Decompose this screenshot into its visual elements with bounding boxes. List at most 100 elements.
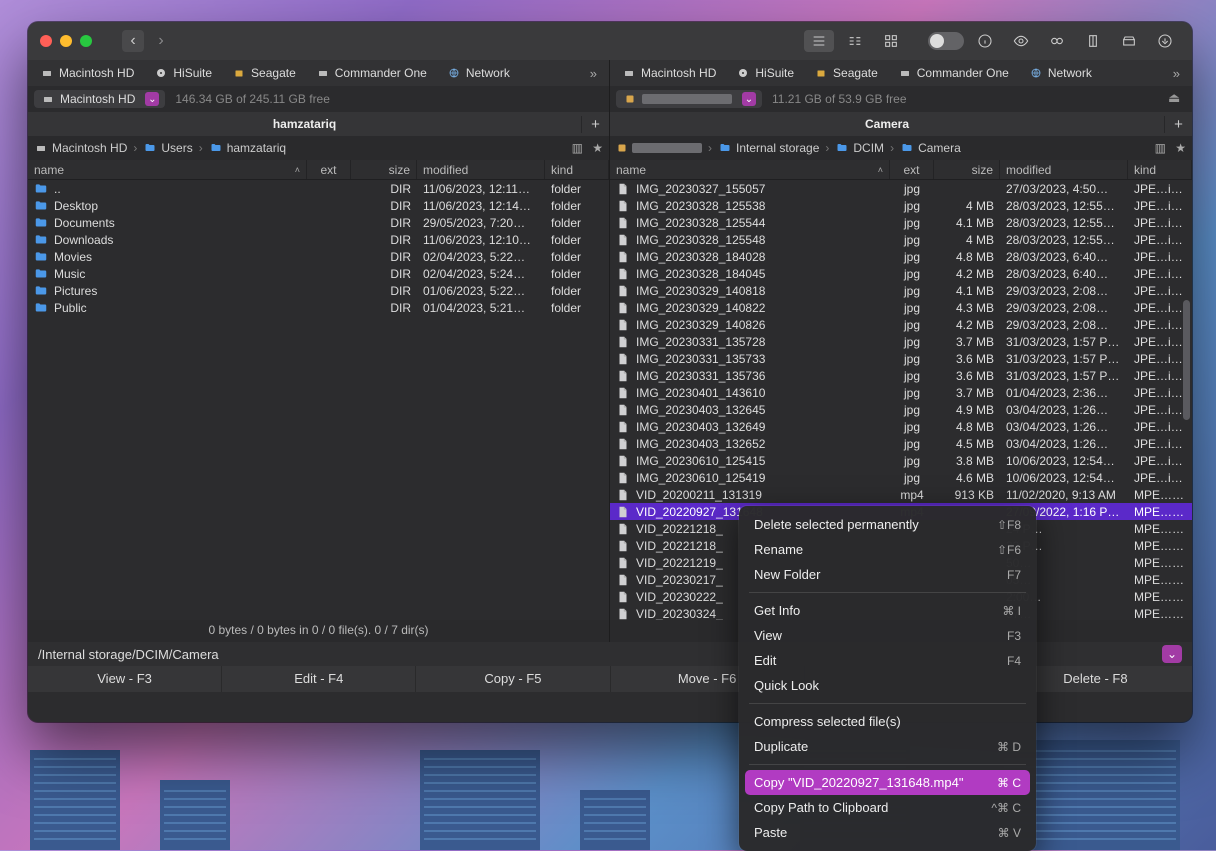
menu-item-rename[interactable]: Rename⇧F6	[745, 537, 1030, 562]
file-row[interactable]: IMG_20230331_135728jpg3.7 MB31/03/2023, …	[610, 333, 1192, 350]
file-row[interactable]: IMG_20230403_132652jpg4.5 MB03/04/2023, …	[610, 435, 1192, 452]
menu-item-view[interactable]: ViewF3	[745, 623, 1030, 648]
nav-back-button[interactable]: ‹	[122, 30, 144, 52]
file-row[interactable]: IMG_20230328_125544jpg4.1 MB28/03/2023, …	[610, 214, 1192, 231]
file-row[interactable]: VID_20200211_131319mp4913 KB11/02/2020, …	[610, 486, 1192, 503]
close-traffic-light[interactable]	[40, 35, 52, 47]
menu-item-copy-vid-20220927-131648-mp4-[interactable]: Copy "VID_20220927_131648.mp4"⌘ C	[745, 770, 1030, 795]
left-tab-add[interactable]: +	[581, 116, 609, 133]
left-file-list[interactable]: ..DIR11/06/2023, 12:11…folderDesktopDIR1…	[28, 180, 609, 620]
nav-forward-button[interactable]: ›	[150, 30, 172, 52]
col-kind[interactable]: kind	[545, 160, 609, 179]
menu-item-paste[interactable]: Paste⌘ V	[745, 820, 1030, 845]
f3-view-button[interactable]: View - F3	[28, 666, 222, 692]
file-row[interactable]: IMG_20230329_140826jpg4.2 MB29/03/2023, …	[610, 316, 1192, 333]
fav-network[interactable]: Network	[1021, 63, 1100, 83]
crumb-segment[interactable]: hamzatariq	[209, 141, 286, 155]
file-row[interactable]: IMG_20230328_184028jpg4.8 MB28/03/2023, …	[610, 248, 1192, 265]
menu-item-get-info[interactable]: Get Info⌘ I	[745, 598, 1030, 623]
file-row[interactable]: IMG_20230328_184045jpg4.2 MB28/03/2023, …	[610, 265, 1192, 282]
workspace-picker[interactable]: ▥	[1151, 141, 1169, 155]
favorite-star-icon[interactable]: ★	[592, 141, 603, 155]
fav-overflow[interactable]: »	[1165, 66, 1188, 81]
view-list-button[interactable]	[804, 30, 834, 52]
file-row[interactable]: IMG_20230331_135736jpg3.6 MB31/03/2023, …	[610, 367, 1192, 384]
info-button[interactable]	[970, 30, 1000, 52]
file-row[interactable]: DocumentsDIR29/05/2023, 7:20…folder	[28, 214, 609, 231]
fav-seagate[interactable]: Seagate	[806, 63, 886, 83]
file-row[interactable]: MoviesDIR02/04/2023, 5:22…folder	[28, 248, 609, 265]
col-modified[interactable]: modified	[417, 160, 545, 179]
file-row[interactable]: IMG_20230610_125419jpg4.6 MB10/06/2023, …	[610, 469, 1192, 486]
command-history-button[interactable]: ⌄	[1162, 645, 1182, 663]
archive-button[interactable]	[1078, 30, 1108, 52]
col-modified[interactable]: modified	[1000, 160, 1128, 179]
crumb-segment[interactable]: DCIM	[835, 141, 884, 155]
file-row[interactable]: IMG_20230328_125548jpg4 MB28/03/2023, 12…	[610, 231, 1192, 248]
file-row[interactable]: IMG_20230610_125415jpg3.8 MB10/06/2023, …	[610, 452, 1192, 469]
menu-item-compress-selected-file-s-[interactable]: Compress selected file(s)	[745, 709, 1030, 734]
file-row[interactable]: DesktopDIR11/06/2023, 12:14…folder	[28, 197, 609, 214]
file-row[interactable]: IMG_20230327_155057jpg27/03/2023, 4:50…J…	[610, 180, 1192, 197]
menu-item-quick-look[interactable]: Quick Look	[745, 673, 1030, 698]
col-name[interactable]: name˄	[610, 160, 890, 179]
zoom-traffic-light[interactable]	[80, 35, 92, 47]
f5-copy-button[interactable]: Copy - F5	[416, 666, 610, 692]
col-ext[interactable]: ext	[307, 160, 351, 179]
dual-pane-toggle[interactable]	[928, 32, 964, 50]
menu-item-edit[interactable]: EditF4	[745, 648, 1030, 673]
menu-item-delete-selected-permanently[interactable]: Delete selected permanently⇧F8	[745, 512, 1030, 537]
col-size[interactable]: size	[934, 160, 1000, 179]
menu-item-copy-path-to-clipboard[interactable]: Copy Path to Clipboard^⌘ C	[745, 795, 1030, 820]
col-kind[interactable]: kind	[1128, 160, 1192, 179]
scrollbar-thumb[interactable]	[1183, 300, 1190, 420]
right-drive-selector[interactable]: ⌄	[616, 90, 762, 108]
queue-button[interactable]	[1150, 30, 1180, 52]
file-row[interactable]: IMG_20230403_132649jpg4.8 MB03/04/2023, …	[610, 418, 1192, 435]
file-row[interactable]: ..DIR11/06/2023, 12:11…folder	[28, 180, 609, 197]
fav-macintosh-hd[interactable]: Macintosh HD	[614, 63, 724, 83]
file-row[interactable]: IMG_20230401_143610jpg3.7 MB01/04/2023, …	[610, 384, 1192, 401]
fav-hisuite[interactable]: HiSuite	[146, 63, 220, 83]
crumb-segment[interactable]: Camera	[900, 141, 961, 155]
file-row[interactable]: DownloadsDIR11/06/2023, 12:10…folder	[28, 231, 609, 248]
fav-network[interactable]: Network	[439, 63, 518, 83]
file-row[interactable]: PublicDIR01/04/2023, 5:21…folder	[28, 299, 609, 316]
left-tab-active[interactable]: hamzatariq	[28, 113, 581, 135]
eject-icon[interactable]: ⏏	[1168, 90, 1186, 108]
fav-macintosh-hd[interactable]: Macintosh HD	[32, 63, 142, 83]
file-row[interactable]: IMG_20230403_132645jpg4.9 MB03/04/2023, …	[610, 401, 1192, 418]
file-row[interactable]: IMG_20230329_140822jpg4.3 MB29/03/2023, …	[610, 299, 1192, 316]
right-tab-add[interactable]: +	[1164, 116, 1192, 133]
minimize-traffic-light[interactable]	[60, 35, 72, 47]
view-grid-button[interactable]	[876, 30, 906, 52]
col-size[interactable]: size	[351, 160, 417, 179]
hidden-files-button[interactable]	[1042, 30, 1072, 52]
f4-edit-button[interactable]: Edit - F4	[222, 666, 416, 692]
crumb-segment[interactable]: Users	[143, 141, 192, 155]
fav-hisuite[interactable]: HiSuite	[728, 63, 802, 83]
menu-item-new-folder[interactable]: New FolderF7	[745, 562, 1030, 587]
col-ext[interactable]: ext	[890, 160, 934, 179]
quicklook-button[interactable]	[1006, 30, 1036, 52]
fav-seagate[interactable]: Seagate	[224, 63, 304, 83]
crumb-segment[interactable]: Macintosh HD	[34, 141, 127, 155]
file-row[interactable]: IMG_20230331_135733jpg3.6 MB31/03/2023, …	[610, 350, 1192, 367]
menu-item-duplicate[interactable]: Duplicate⌘ D	[745, 734, 1030, 759]
file-row[interactable]: MusicDIR02/04/2023, 5:24…folder	[28, 265, 609, 282]
left-drive-selector[interactable]: Macintosh HD ⌄	[34, 90, 165, 108]
favorite-star-icon[interactable]: ★	[1175, 141, 1186, 155]
file-row[interactable]: IMG_20230328_125538jpg4 MB28/03/2023, 12…	[610, 197, 1192, 214]
fav-overflow[interactable]: »	[582, 66, 605, 81]
crumb-segment[interactable]	[616, 142, 702, 154]
file-row[interactable]: PicturesDIR01/06/2023, 5:22…folder	[28, 282, 609, 299]
view-brief-button[interactable]	[840, 30, 870, 52]
crumb-segment[interactable]: Internal storage	[718, 141, 819, 155]
workspace-picker[interactable]: ▥	[568, 141, 586, 155]
fav-commander-one[interactable]: Commander One	[890, 63, 1017, 83]
fav-commander-one[interactable]: Commander One	[308, 63, 435, 83]
ftp-button[interactable]	[1114, 30, 1144, 52]
right-tab-active[interactable]: Camera	[610, 113, 1164, 135]
col-name[interactable]: name˄	[28, 160, 307, 179]
file-row[interactable]: IMG_20230329_140818jpg4.1 MB29/03/2023, …	[610, 282, 1192, 299]
